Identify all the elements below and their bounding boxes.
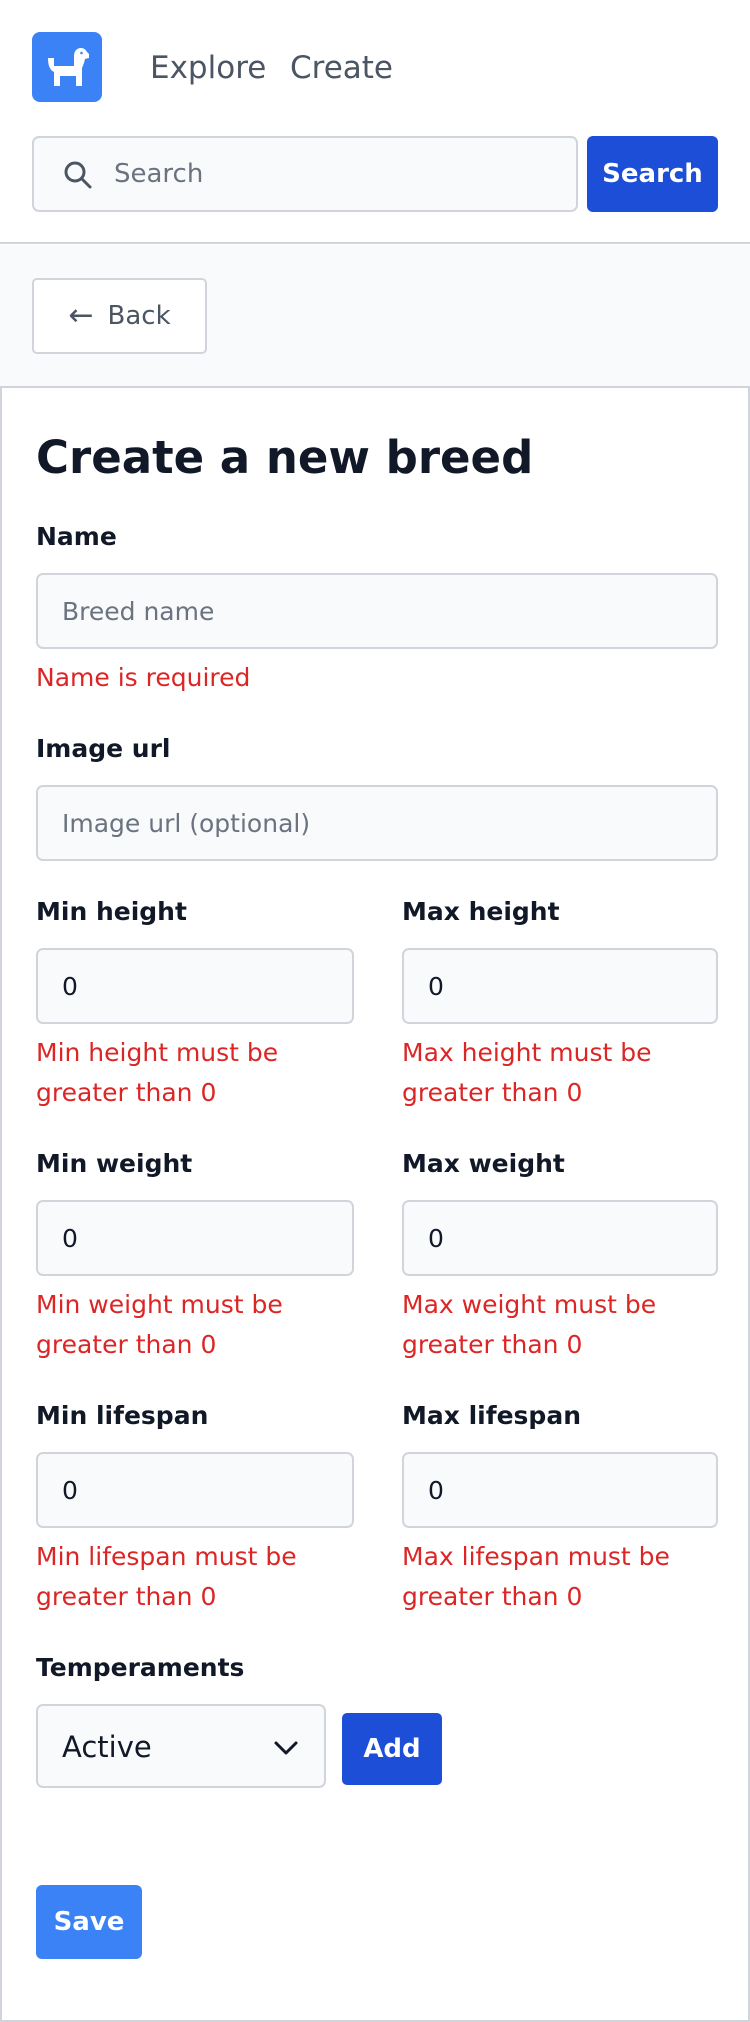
min-height-error: Min height must be greater than 0: [36, 1038, 279, 1107]
min-height-label: Min height: [36, 897, 187, 926]
min-weight-label: Min weight: [36, 1149, 193, 1178]
search-box: [32, 136, 578, 212]
min-height-input[interactable]: [36, 948, 354, 1024]
top-header: Explore Create Search: [0, 0, 750, 244]
arrow-left-icon: ←: [68, 298, 94, 333]
nav-link-explore[interactable]: Explore: [150, 48, 266, 88]
min-lifespan-label: Min lifespan: [36, 1401, 209, 1430]
save-button[interactable]: Save: [36, 1885, 142, 1959]
add-temperament-button[interactable]: Add: [342, 1713, 442, 1785]
name-label: Name: [36, 522, 117, 551]
min-weight-error: Min weight must be greater than 0: [36, 1290, 283, 1359]
max-lifespan-input[interactable]: [402, 1452, 718, 1528]
name-error: Name is required: [36, 663, 251, 692]
back-label: Back: [107, 301, 171, 331]
chevron-down-icon: [274, 1741, 298, 1755]
max-height-error: Max height must be greater than 0: [402, 1038, 652, 1107]
search-input[interactable]: [114, 138, 564, 210]
min-lifespan-error: Min lifespan must be greater than 0: [36, 1542, 297, 1611]
search-icon: [64, 161, 92, 189]
max-weight-input[interactable]: [402, 1200, 718, 1276]
image-url-label: Image url: [36, 734, 171, 763]
max-weight-error: Max weight must be greater than 0: [402, 1290, 657, 1359]
temperament-selected-value: Active: [62, 1730, 152, 1764]
max-height-label: Max height: [402, 897, 560, 926]
max-lifespan-label: Max lifespan: [402, 1401, 581, 1430]
breed-name-input[interactable]: [36, 573, 718, 649]
min-lifespan-input[interactable]: [36, 1452, 354, 1528]
max-height-input[interactable]: [402, 948, 718, 1024]
max-lifespan-error: Max lifespan must be greater than 0: [402, 1542, 670, 1611]
page-title: Create a new breed: [36, 431, 534, 484]
create-breed-form: Create a new breed Name Name is required…: [0, 386, 750, 2022]
search-button[interactable]: Search: [587, 136, 718, 212]
back-button[interactable]: ← Back: [32, 278, 207, 354]
image-url-input[interactable]: [36, 785, 718, 861]
temperament-select[interactable]: Active: [36, 1704, 326, 1788]
page: Explore Create Search ← Back Create a ne…: [0, 0, 750, 2022]
nav-link-create[interactable]: Create: [290, 48, 393, 88]
temperaments-label: Temperaments: [36, 1653, 245, 1682]
min-weight-input[interactable]: [36, 1200, 354, 1276]
back-bar: ← Back: [0, 245, 750, 387]
dog-icon[interactable]: [32, 32, 102, 102]
max-weight-label: Max weight: [402, 1149, 565, 1178]
dog-icon-glyph: [48, 48, 89, 86]
